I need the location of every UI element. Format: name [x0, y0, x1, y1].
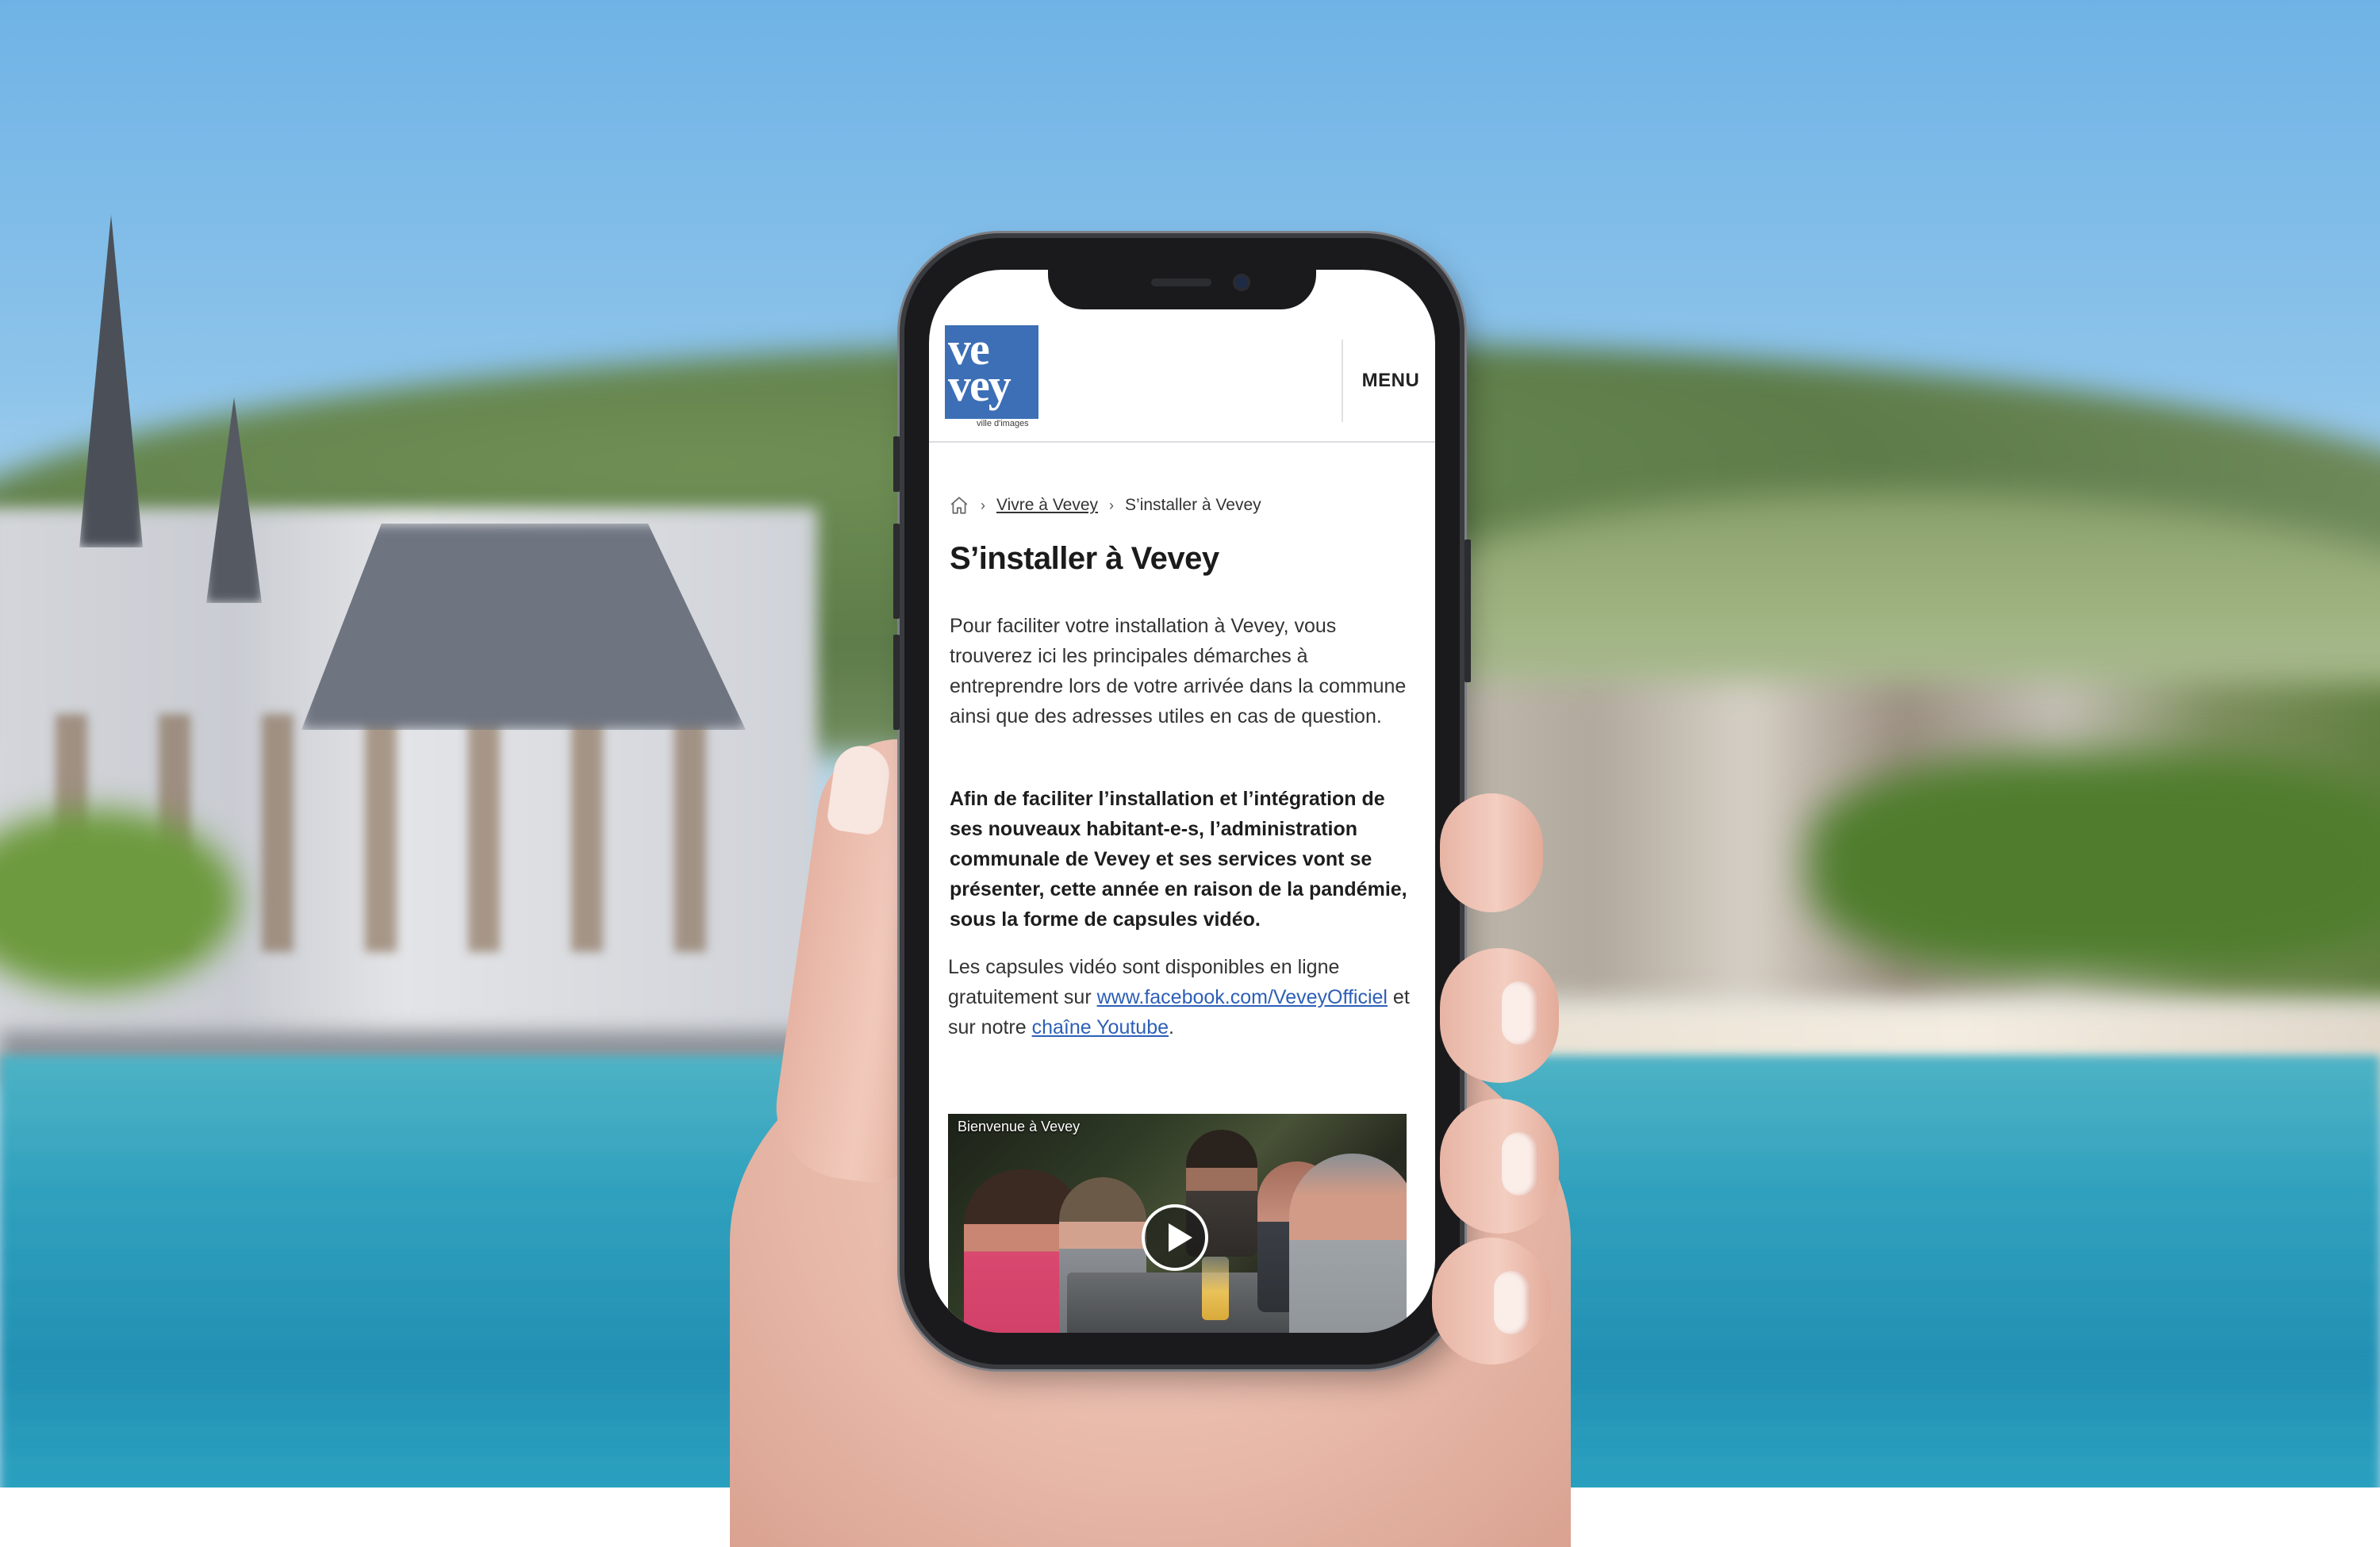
logo-tagline: ville d'images: [977, 419, 1029, 428]
menu-button[interactable]: MENU: [1354, 368, 1427, 393]
video-player[interactable]: Bienvenue à Vevey 👍 18 💬: [948, 1114, 1407, 1333]
videos-paragraph: Les capsules vidéo sont disponibles en l…: [948, 952, 1416, 1042]
youtube-link[interactable]: chaîne Youtube: [1032, 1016, 1169, 1038]
videos-text-after: .: [1169, 1016, 1174, 1038]
finger-index: [1440, 793, 1543, 912]
home-icon[interactable]: [949, 495, 969, 516]
header-divider: [1342, 340, 1343, 422]
breadcrumb-current: S’installer à Vevey: [1125, 496, 1261, 514]
finger-middle: [1440, 948, 1559, 1083]
page-title: S’installer à Vevey: [950, 541, 1219, 576]
finger-ring: [1440, 1099, 1559, 1234]
breadcrumb-separator: ›: [1109, 497, 1115, 513]
notch: [1048, 270, 1316, 309]
logo-text-line2: vey: [948, 359, 1012, 411]
intro-paragraph: Pour faciliter votre installation à Veve…: [950, 615, 1407, 727]
video-title: Bienvenue à Vevey: [958, 1119, 1081, 1134]
breadcrumb: › Vivre à Vevey › S’installer à Vevey: [949, 493, 1261, 517]
phone-frame: ve vey ville d'images MENU › Vivre à Vev…: [893, 238, 1471, 1365]
breadcrumb-link-vivre[interactable]: Vivre à Vevey: [996, 496, 1098, 515]
play-icon[interactable]: [1142, 1204, 1208, 1271]
vevey-logo[interactable]: ve vey ville d'images: [945, 325, 1040, 428]
finger-little: [1432, 1238, 1551, 1365]
speaker-grille: [1151, 278, 1211, 286]
facebook-link[interactable]: www.facebook.com/VeveyOfficiel: [1097, 986, 1388, 1008]
front-camera: [1235, 276, 1248, 289]
breadcrumb-separator: ›: [981, 497, 985, 513]
phone-screen: ve vey ville d'images MENU › Vivre à Vev…: [929, 270, 1435, 1333]
highlight-paragraph: Afin de faciliter l’installation et l’in…: [950, 788, 1407, 931]
